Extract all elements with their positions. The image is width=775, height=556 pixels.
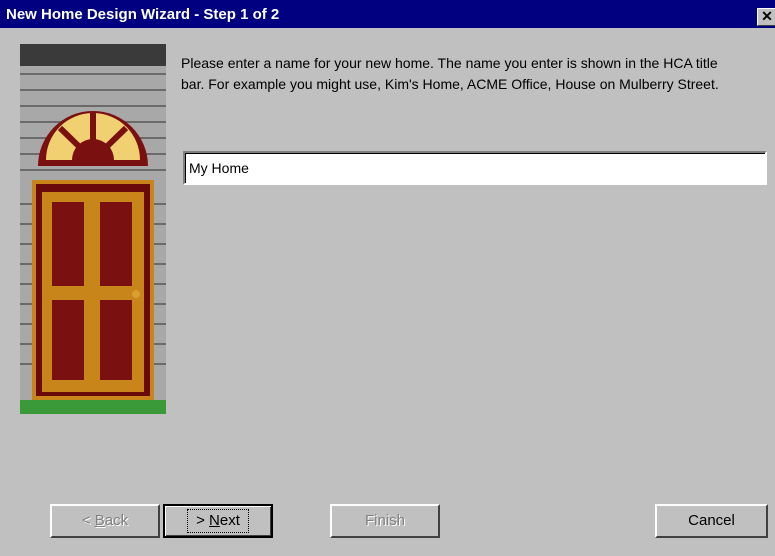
close-icon: ✕: [761, 8, 773, 24]
finish-button[interactable]: Finish: [330, 504, 440, 538]
close-button[interactable]: ✕: [757, 8, 775, 26]
focus-rectangle: > Next: [187, 509, 249, 533]
instructions-text: Please enter a name for your new home. T…: [181, 55, 719, 92]
title-bar: New Home Design Wizard - Step 1 of 2 ✕: [0, 0, 775, 30]
cancel-button[interactable]: Cancel: [655, 504, 768, 538]
next-button[interactable]: > Next: [163, 504, 273, 538]
home-name-input[interactable]: [183, 151, 767, 185]
window-title: New Home Design Wizard - Step 1 of 2: [6, 6, 280, 23]
back-button[interactable]: < Back: [50, 504, 160, 538]
house-front-door-illustration: [20, 44, 166, 414]
